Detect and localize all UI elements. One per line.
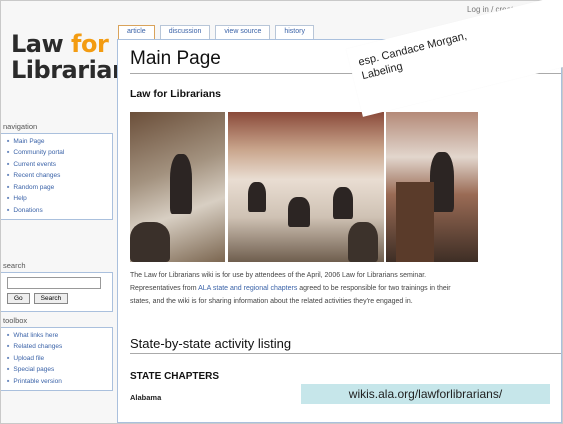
chapters-link[interactable]: ALA state and regional chapters: [198, 285, 297, 292]
toolbox-item-related-changes[interactable]: Related changes: [7, 341, 112, 352]
nav-item-donations[interactable]: Donations: [7, 205, 112, 216]
nav-item-recent-changes[interactable]: Recent changes: [7, 170, 112, 181]
audience-figure: [288, 197, 310, 227]
go-button[interactable]: Go: [7, 293, 30, 304]
content-area: Main Page Law for Librarians The Law for…: [117, 39, 562, 423]
toolbox-item-special-pages[interactable]: Special pages: [7, 364, 112, 375]
page-tabs: article discussion view source history: [118, 25, 314, 39]
nav-item-current-events[interactable]: Current events: [7, 159, 112, 170]
audience-figure: [333, 187, 353, 219]
site-logo[interactable]: Law for Librarians: [11, 30, 143, 103]
tab-history[interactable]: history: [275, 25, 314, 39]
seminar-photo-podium[interactable]: [386, 112, 478, 262]
search-input[interactable]: [7, 277, 101, 289]
url-caption: wikis.ala.org/lawforlibrarians/: [301, 384, 550, 404]
state-alabama[interactable]: Alabama: [130, 393, 161, 402]
section-divider: [130, 353, 561, 354]
nav-item-community-portal[interactable]: Community portal: [7, 147, 112, 158]
screenshot-frame: Log in / create account Law for Libraria…: [0, 0, 563, 424]
tab-view-source[interactable]: view source: [215, 25, 271, 39]
page-subtitle: Law for Librarians: [130, 88, 222, 100]
audience-figure: [348, 222, 378, 262]
speaker-figure: [170, 154, 192, 214]
seminar-photo-speaker[interactable]: [130, 112, 225, 262]
search-buttons: Go Search: [7, 293, 108, 304]
search-button[interactable]: Search: [33, 293, 69, 304]
intro-line-1: The Law for Librarians wiki is for use b…: [130, 272, 427, 279]
navigation-list: Main Page Community portal Current event…: [1, 133, 113, 221]
intro-line-2a: Representatives from: [130, 285, 199, 292]
toolbox-portlet: toolbox What links here Related changes …: [1, 316, 113, 392]
chapters-heading: STATE CHAPTERS: [130, 371, 220, 382]
section-heading: State-by-state activity listing: [130, 336, 292, 351]
podium: [396, 182, 434, 262]
toolbox-item-printable-version[interactable]: Printable version: [7, 376, 112, 387]
tab-discussion[interactable]: discussion: [159, 25, 211, 39]
audience-figure: [130, 222, 170, 262]
toolbox-item-upload-file[interactable]: Upload file: [7, 353, 112, 364]
toolbox-list: What links here Related changes Upload f…: [1, 327, 113, 392]
intro-line-3: states, and the wiki is for sharing info…: [130, 298, 413, 305]
search-box: Go Search: [1, 272, 113, 312]
toolbox-heading: toolbox: [3, 316, 28, 325]
audience-figure: [248, 182, 266, 212]
intro-paragraph: The Law for Librarians wiki is for use b…: [130, 269, 560, 308]
tab-article[interactable]: article: [118, 25, 155, 39]
logo-law: Law: [11, 30, 72, 58]
navigation-portlet: navigation Main Page Community portal Cu…: [1, 122, 113, 221]
nav-item-main-page[interactable]: Main Page: [7, 136, 112, 147]
nav-item-help[interactable]: Help: [7, 193, 112, 204]
intro-line-2b: agreed to be responsible for two trainin…: [297, 285, 451, 292]
seminar-photo-audience[interactable]: [228, 112, 384, 262]
toolbox-item-what-links-here[interactable]: What links here: [7, 330, 112, 341]
nav-item-random-page[interactable]: Random page: [7, 182, 112, 193]
page-title: Main Page: [130, 48, 221, 69]
search-portlet: search Go Search: [1, 261, 113, 312]
logo-for: for: [71, 30, 109, 58]
search-heading: search: [3, 261, 26, 270]
navigation-heading: navigation: [3, 122, 38, 131]
